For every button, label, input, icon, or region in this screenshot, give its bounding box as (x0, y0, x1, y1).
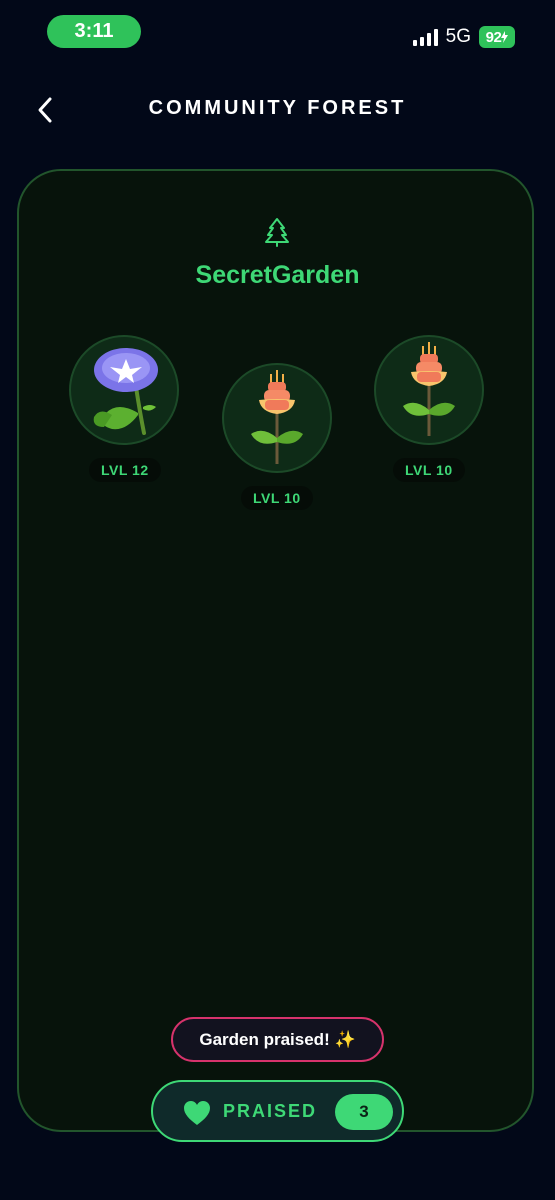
hyacinth-flower-icon (251, 370, 303, 464)
morning-glory-flower-icon (93, 348, 158, 435)
battery-level: 92 (485, 28, 502, 46)
charging-bolt-icon (501, 31, 509, 43)
plant-slot-2[interactable] (222, 363, 332, 473)
garden-card (17, 169, 534, 1132)
network-type: 5G (445, 26, 471, 47)
page-title: COMMUNITY FOREST (148, 97, 407, 119)
plant-level-1: LVL 12 (89, 458, 161, 482)
plant-level-3: LVL 10 (393, 458, 465, 482)
plant-slot-1[interactable] (69, 335, 179, 445)
toast-text: Garden praised! ✨ (199, 1029, 356, 1049)
signal-icon (412, 28, 438, 46)
status-time: 3:11 (47, 15, 141, 48)
garden-name: SecretGarden (195, 261, 360, 289)
status-indicators: 5G 92 (412, 25, 515, 49)
battery-indicator: 92 (479, 26, 515, 48)
plant-slot-3[interactable] (374, 335, 484, 445)
hyacinth-flower-icon (403, 342, 455, 436)
heart-icon (184, 1101, 210, 1125)
praise-count-badge: 3 (335, 1094, 393, 1130)
pine-tree-icon (265, 218, 289, 247)
praise-label: PRAISED (223, 1101, 318, 1121)
praise-button[interactable]: PRAISED 3 (151, 1080, 404, 1142)
praise-toast: Garden praised! ✨ (171, 1017, 384, 1062)
plant-level-2: LVL 10 (241, 486, 313, 510)
